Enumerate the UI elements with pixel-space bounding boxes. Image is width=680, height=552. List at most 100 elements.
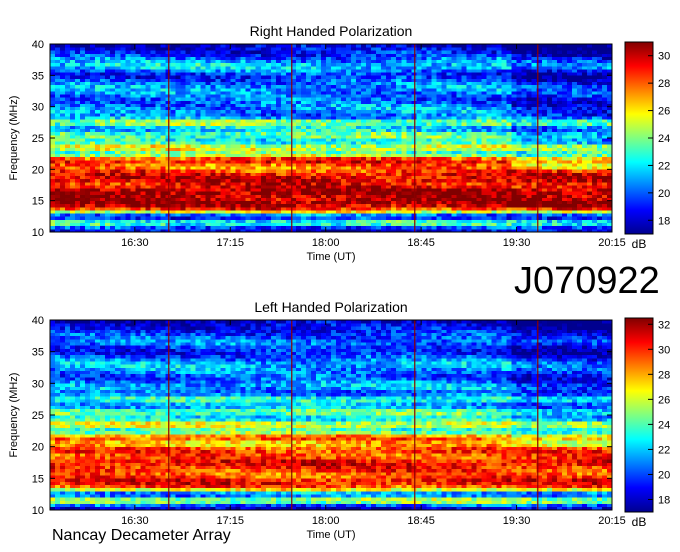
heatmap-cell [561, 169, 568, 173]
heatmap-cell [65, 172, 71, 176]
heatmap-cell [165, 91, 171, 95]
heatmap-cell [356, 112, 362, 117]
heatmap-cell [310, 206, 317, 211]
heatmap-cell [320, 178, 327, 183]
heatmap-cell [591, 206, 598, 211]
heatmap-cell [310, 147, 317, 151]
heatmap-cell [175, 222, 181, 227]
heatmap-cell [205, 156, 211, 161]
heatmap-cell [501, 203, 508, 208]
heatmap-cell [506, 112, 513, 117]
heatmap-cell [70, 131, 76, 136]
heatmap-cell [431, 194, 437, 198]
heatmap-cell [65, 112, 71, 117]
heatmap-cell [90, 122, 96, 126]
heatmap-cell [195, 106, 201, 111]
heatmap-cell [601, 159, 608, 164]
heatmap-cell [130, 194, 136, 198]
heatmap-cell [130, 119, 136, 123]
heatmap-cell [145, 213, 151, 217]
heatmap-cell [240, 141, 247, 145]
heatmap-cell [80, 156, 86, 161]
heatmap-cell [155, 119, 161, 123]
heatmap-cell [195, 213, 201, 217]
heatmap-cell [596, 156, 603, 161]
heatmap-cell [351, 94, 357, 98]
heatmap-cell [581, 203, 588, 208]
heatmap-cell [195, 172, 201, 176]
heatmap-cell [270, 206, 277, 211]
heatmap-cell [270, 97, 277, 101]
heatmap-cell [55, 112, 61, 117]
heatmap-cell [541, 225, 548, 230]
heatmap-cell [506, 116, 513, 120]
heatmap-cell [566, 216, 573, 220]
heatmap-cell [135, 94, 141, 98]
heatmap-cell [315, 150, 322, 155]
heatmap-cell [320, 138, 327, 142]
heatmap-cell [376, 122, 382, 126]
heatmap-cell [110, 163, 116, 167]
heatmap-cell [466, 188, 472, 192]
heatmap-cell [496, 97, 503, 101]
heatmap-cell [471, 150, 477, 155]
heatmap-cell [566, 197, 573, 202]
heatmap-cell [215, 125, 222, 129]
heatmap-cell [551, 106, 558, 111]
heatmap-cell [406, 194, 412, 198]
heatmap-cell [461, 100, 467, 104]
heatmap-cell [55, 216, 61, 220]
heatmap-cell [581, 138, 588, 142]
heatmap-cell [366, 213, 372, 217]
heatmap-cell [581, 116, 588, 120]
heatmap-cell [255, 159, 262, 164]
heatmap-cell [285, 200, 292, 205]
heatmap-cell [275, 210, 282, 214]
heatmap-cell [421, 141, 427, 145]
heatmap-cell [105, 213, 111, 217]
heatmap-cell [361, 109, 367, 114]
heatmap-cell [190, 106, 196, 111]
heatmap-cell [371, 106, 377, 111]
heatmap-cell [320, 163, 327, 167]
heatmap-cell [521, 194, 528, 198]
heatmap-cell [346, 225, 352, 230]
heatmap-cell [325, 97, 332, 101]
heatmap-cell [55, 138, 61, 142]
heatmap-cell [165, 206, 171, 211]
heatmap-cell [100, 222, 106, 227]
heatmap-cell [125, 188, 131, 192]
heatmap-cell [205, 144, 211, 148]
heatmap-cell [591, 103, 598, 108]
heatmap-cell [85, 138, 91, 142]
heatmap-cell [561, 197, 568, 202]
heatmap-cell [421, 175, 427, 180]
heatmap-cell [260, 150, 267, 155]
heatmap-cell [250, 125, 257, 129]
heatmap-cell [220, 216, 227, 220]
heatmap-cell [336, 91, 342, 95]
heatmap-cell [145, 144, 151, 148]
heatmap-cell [336, 203, 342, 208]
heatmap-cell [220, 97, 227, 101]
heatmap-cell [90, 194, 96, 198]
heatmap-cell [125, 147, 131, 151]
heatmap-cell [531, 156, 538, 161]
heatmap-cell [516, 150, 523, 155]
heatmap-cell [446, 200, 452, 205]
heatmap-cell [541, 103, 548, 108]
heatmap-cell [195, 181, 201, 186]
heatmap-cell [481, 100, 487, 104]
heatmap-cell [165, 166, 171, 170]
heatmap-cell [376, 128, 382, 133]
heatmap-cell [576, 163, 583, 167]
heatmap-cell [446, 103, 452, 108]
heatmap-cell [135, 178, 141, 183]
heatmap-cell [481, 119, 487, 123]
heatmap-cell [285, 156, 292, 161]
heatmap-cell [331, 159, 337, 164]
heatmap-cell [140, 194, 146, 198]
heatmap-cell [391, 109, 397, 114]
heatmap-cell [285, 91, 292, 95]
heatmap-cell [481, 172, 487, 176]
